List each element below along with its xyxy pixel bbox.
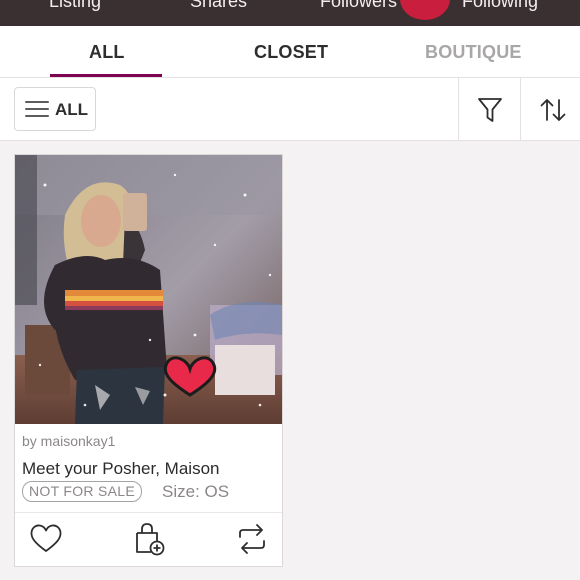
sort-button[interactable] bbox=[521, 78, 580, 141]
sort-arrows-icon bbox=[540, 99, 566, 121]
divider bbox=[15, 512, 282, 513]
funnel-icon bbox=[478, 98, 502, 122]
listing-photo[interactable] bbox=[15, 155, 282, 424]
category-filter-label: ALL bbox=[55, 100, 89, 119]
listing-card[interactable]: by maisonkay1 Meet your Posher, Maison N… bbox=[14, 154, 283, 567]
avatar-badge bbox=[400, 0, 450, 20]
filter-button[interactable] bbox=[459, 78, 519, 141]
share-icon bbox=[239, 524, 265, 554]
heart-icon bbox=[30, 524, 62, 552]
tab-all[interactable]: ALL bbox=[89, 42, 125, 63]
stat-shares-label[interactable]: Shares bbox=[190, 0, 247, 12]
add-to-bundle-icon bbox=[136, 523, 165, 556]
listing-title[interactable]: Meet your Posher, Maison bbox=[22, 459, 219, 479]
filter-bar: ALL bbox=[0, 78, 580, 141]
like-button[interactable] bbox=[29, 522, 63, 556]
listing-photo-image bbox=[15, 155, 282, 424]
seller-username[interactable]: by maisonkay1 bbox=[22, 433, 115, 449]
hamburger-menu-icon bbox=[25, 101, 49, 118]
not-for-sale-badge: NOT FOR SALE bbox=[22, 481, 143, 502]
category-filter-button[interactable]: ALL bbox=[14, 87, 96, 131]
share-button[interactable] bbox=[235, 522, 269, 556]
stat-followers-label[interactable]: Followers bbox=[320, 0, 397, 12]
profile-stats-bar: Listing Shares Followers Following bbox=[0, 0, 580, 26]
active-tab-indicator bbox=[50, 74, 162, 77]
stat-following-label[interactable]: Following bbox=[462, 0, 538, 12]
stat-listing-label[interactable]: Listing bbox=[49, 0, 101, 12]
listing-size: Size: OS bbox=[162, 482, 230, 501]
tab-closet[interactable]: CLOSET bbox=[254, 42, 328, 63]
closet-tabs: ALL CLOSET BOUTIQUE bbox=[0, 26, 580, 78]
tab-boutique[interactable]: BOUTIQUE bbox=[425, 42, 522, 63]
add-to-bundle-button[interactable] bbox=[133, 522, 167, 556]
